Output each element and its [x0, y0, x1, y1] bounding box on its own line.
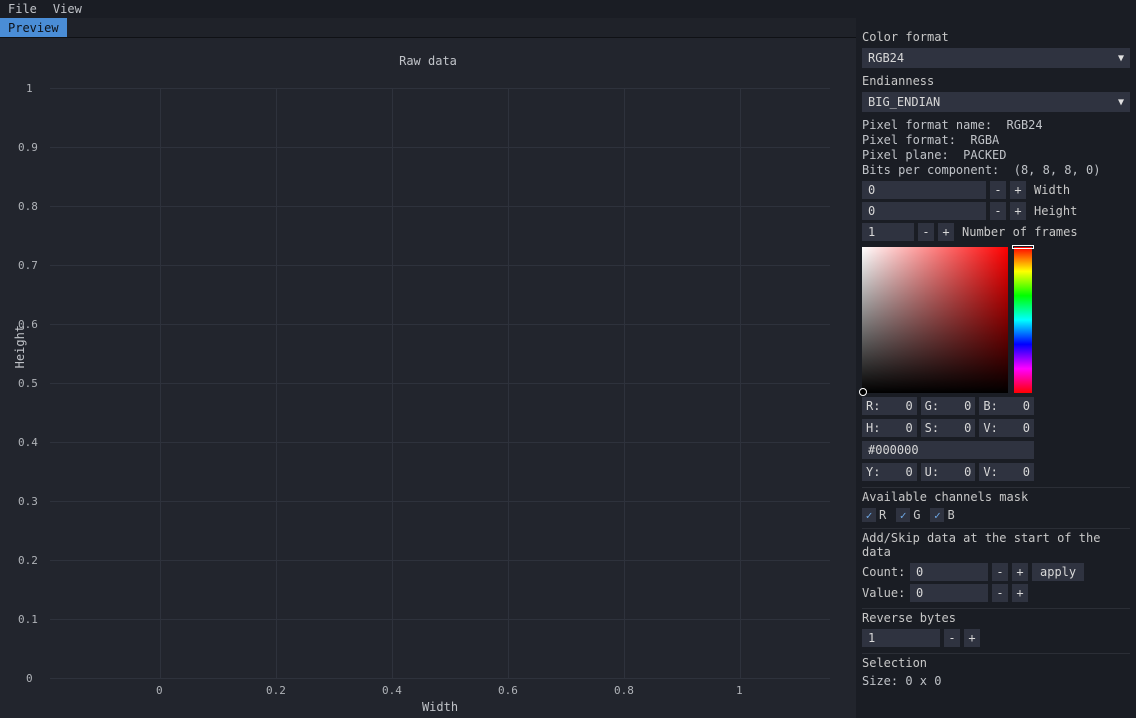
reverse-minus-button[interactable]: - [944, 629, 960, 647]
main-content: Preview Raw data [0, 18, 1136, 718]
ytick-10: 1 [26, 82, 33, 95]
selection-size: Size: 0 x 0 [862, 674, 1130, 689]
endianness-label: Endianness [862, 74, 1130, 88]
hsv-s-cell[interactable]: S:0 [921, 419, 976, 437]
width-minus-button[interactable]: - [990, 181, 1006, 199]
frames-input[interactable]: 1 [862, 223, 914, 241]
rgb-r-cell[interactable]: R:0 [862, 397, 917, 415]
channel-r-checkbox[interactable]: ✓R [862, 508, 886, 522]
tab-bar: Preview [0, 18, 856, 38]
check-icon: ✓ [896, 508, 910, 522]
value-input[interactable]: 0 [910, 584, 988, 602]
color-format-value: RGB24 [868, 51, 904, 65]
properties-panel: Color format RGB24 ▼ Endianness BIG_ENDI… [856, 18, 1136, 718]
x-axis-label: Width [422, 700, 458, 714]
chart-title: Raw data [0, 54, 856, 68]
yuv-v-cell[interactable]: V:0 [979, 463, 1034, 481]
channels-mask-label: Available channels mask [862, 490, 1130, 504]
ytick-5: 0.5 [18, 377, 38, 390]
xtick-1: 0.2 [266, 684, 286, 697]
chevron-down-icon: ▼ [1118, 97, 1124, 108]
hue-bar[interactable] [1014, 247, 1032, 393]
chart-area: Raw data [0, 38, 856, 718]
selection-label: Selection [862, 656, 1130, 670]
reverse-input[interactable]: 1 [862, 629, 940, 647]
channel-g-checkbox[interactable]: ✓G [896, 508, 920, 522]
xtick-2: 0.4 [382, 684, 402, 697]
hex-input[interactable]: #000000 [862, 441, 1034, 459]
frames-minus-button[interactable]: - [918, 223, 934, 241]
endianness-value: BIG_ENDIAN [868, 95, 940, 109]
menu-view[interactable]: View [53, 2, 82, 16]
hsv-v-cell[interactable]: V:0 [979, 419, 1034, 437]
frames-label: Number of frames [962, 225, 1078, 239]
ytick-1: 0.1 [18, 613, 38, 626]
ytick-2: 0.2 [18, 554, 38, 567]
hsv-h-cell[interactable]: H:0 [862, 419, 917, 437]
width-label: Width [1034, 183, 1070, 197]
ytick-9: 0.9 [18, 141, 38, 154]
info-pixel-plane: Pixel plane: PACKED [862, 148, 1130, 163]
height-minus-button[interactable]: - [990, 202, 1006, 220]
check-icon: ✓ [862, 508, 876, 522]
frames-plus-button[interactable]: + [938, 223, 954, 241]
chevron-down-icon: ▼ [1118, 53, 1124, 64]
channel-b-checkbox[interactable]: ✓B [930, 508, 954, 522]
xtick-3: 0.6 [498, 684, 518, 697]
color-format-select[interactable]: RGB24 ▼ [862, 48, 1130, 68]
endianness-select[interactable]: BIG_ENDIAN ▼ [862, 92, 1130, 112]
rgb-b-cell[interactable]: B:0 [979, 397, 1034, 415]
tab-preview[interactable]: Preview [0, 18, 67, 37]
ytick-0: 0 [26, 672, 33, 685]
ytick-8: 0.8 [18, 200, 38, 213]
height-plus-button[interactable]: + [1010, 202, 1026, 220]
sv-cursor [859, 388, 867, 396]
value-plus-button[interactable]: + [1012, 584, 1028, 602]
info-pixel-format-name: Pixel format name: RGB24 [862, 118, 1130, 133]
info-pixel-format: Pixel format: RGBA [862, 133, 1130, 148]
addskip-label: Add/Skip data at the start of the data [862, 531, 1130, 559]
color-picker [862, 247, 1130, 393]
count-label: Count: [862, 565, 906, 579]
width-plus-button[interactable]: + [1010, 181, 1026, 199]
preview-pane: Preview Raw data [0, 18, 856, 718]
check-icon: ✓ [930, 508, 944, 522]
menu-bar: File View [0, 0, 1136, 18]
value-label: Value: [862, 586, 906, 600]
color-format-label: Color format [862, 30, 1130, 44]
width-input[interactable]: 0 [862, 181, 986, 199]
count-plus-button[interactable]: + [1012, 563, 1028, 581]
count-input[interactable]: 0 [910, 563, 988, 581]
xtick-4: 0.8 [614, 684, 634, 697]
info-bits-per-component: Bits per component: (8, 8, 8, 0) [862, 163, 1130, 178]
reverse-plus-button[interactable]: + [964, 629, 980, 647]
yuv-u-cell[interactable]: U:0 [921, 463, 976, 481]
apply-button[interactable]: apply [1032, 563, 1084, 581]
plot[interactable]: 0 0.1 0.2 0.3 0.4 0.5 0.6 0.7 0.8 0.9 1 … [50, 88, 830, 678]
menu-file[interactable]: File [8, 2, 37, 16]
count-minus-button[interactable]: - [992, 563, 1008, 581]
yuv-y-cell[interactable]: Y:0 [862, 463, 917, 481]
saturation-value-box[interactable] [862, 247, 1008, 393]
y-axis-label: Height [13, 325, 27, 368]
reverse-bytes-label: Reverse bytes [862, 611, 1130, 625]
ytick-3: 0.3 [18, 495, 38, 508]
ytick-4: 0.4 [18, 436, 38, 449]
hue-cursor [1012, 245, 1034, 249]
height-input[interactable]: 0 [862, 202, 986, 220]
xtick-5: 1 [736, 684, 743, 697]
ytick-7: 0.7 [18, 259, 38, 272]
height-label: Height [1034, 204, 1077, 218]
rgb-g-cell[interactable]: G:0 [921, 397, 976, 415]
value-minus-button[interactable]: - [992, 584, 1008, 602]
xtick-0: 0 [156, 684, 163, 697]
